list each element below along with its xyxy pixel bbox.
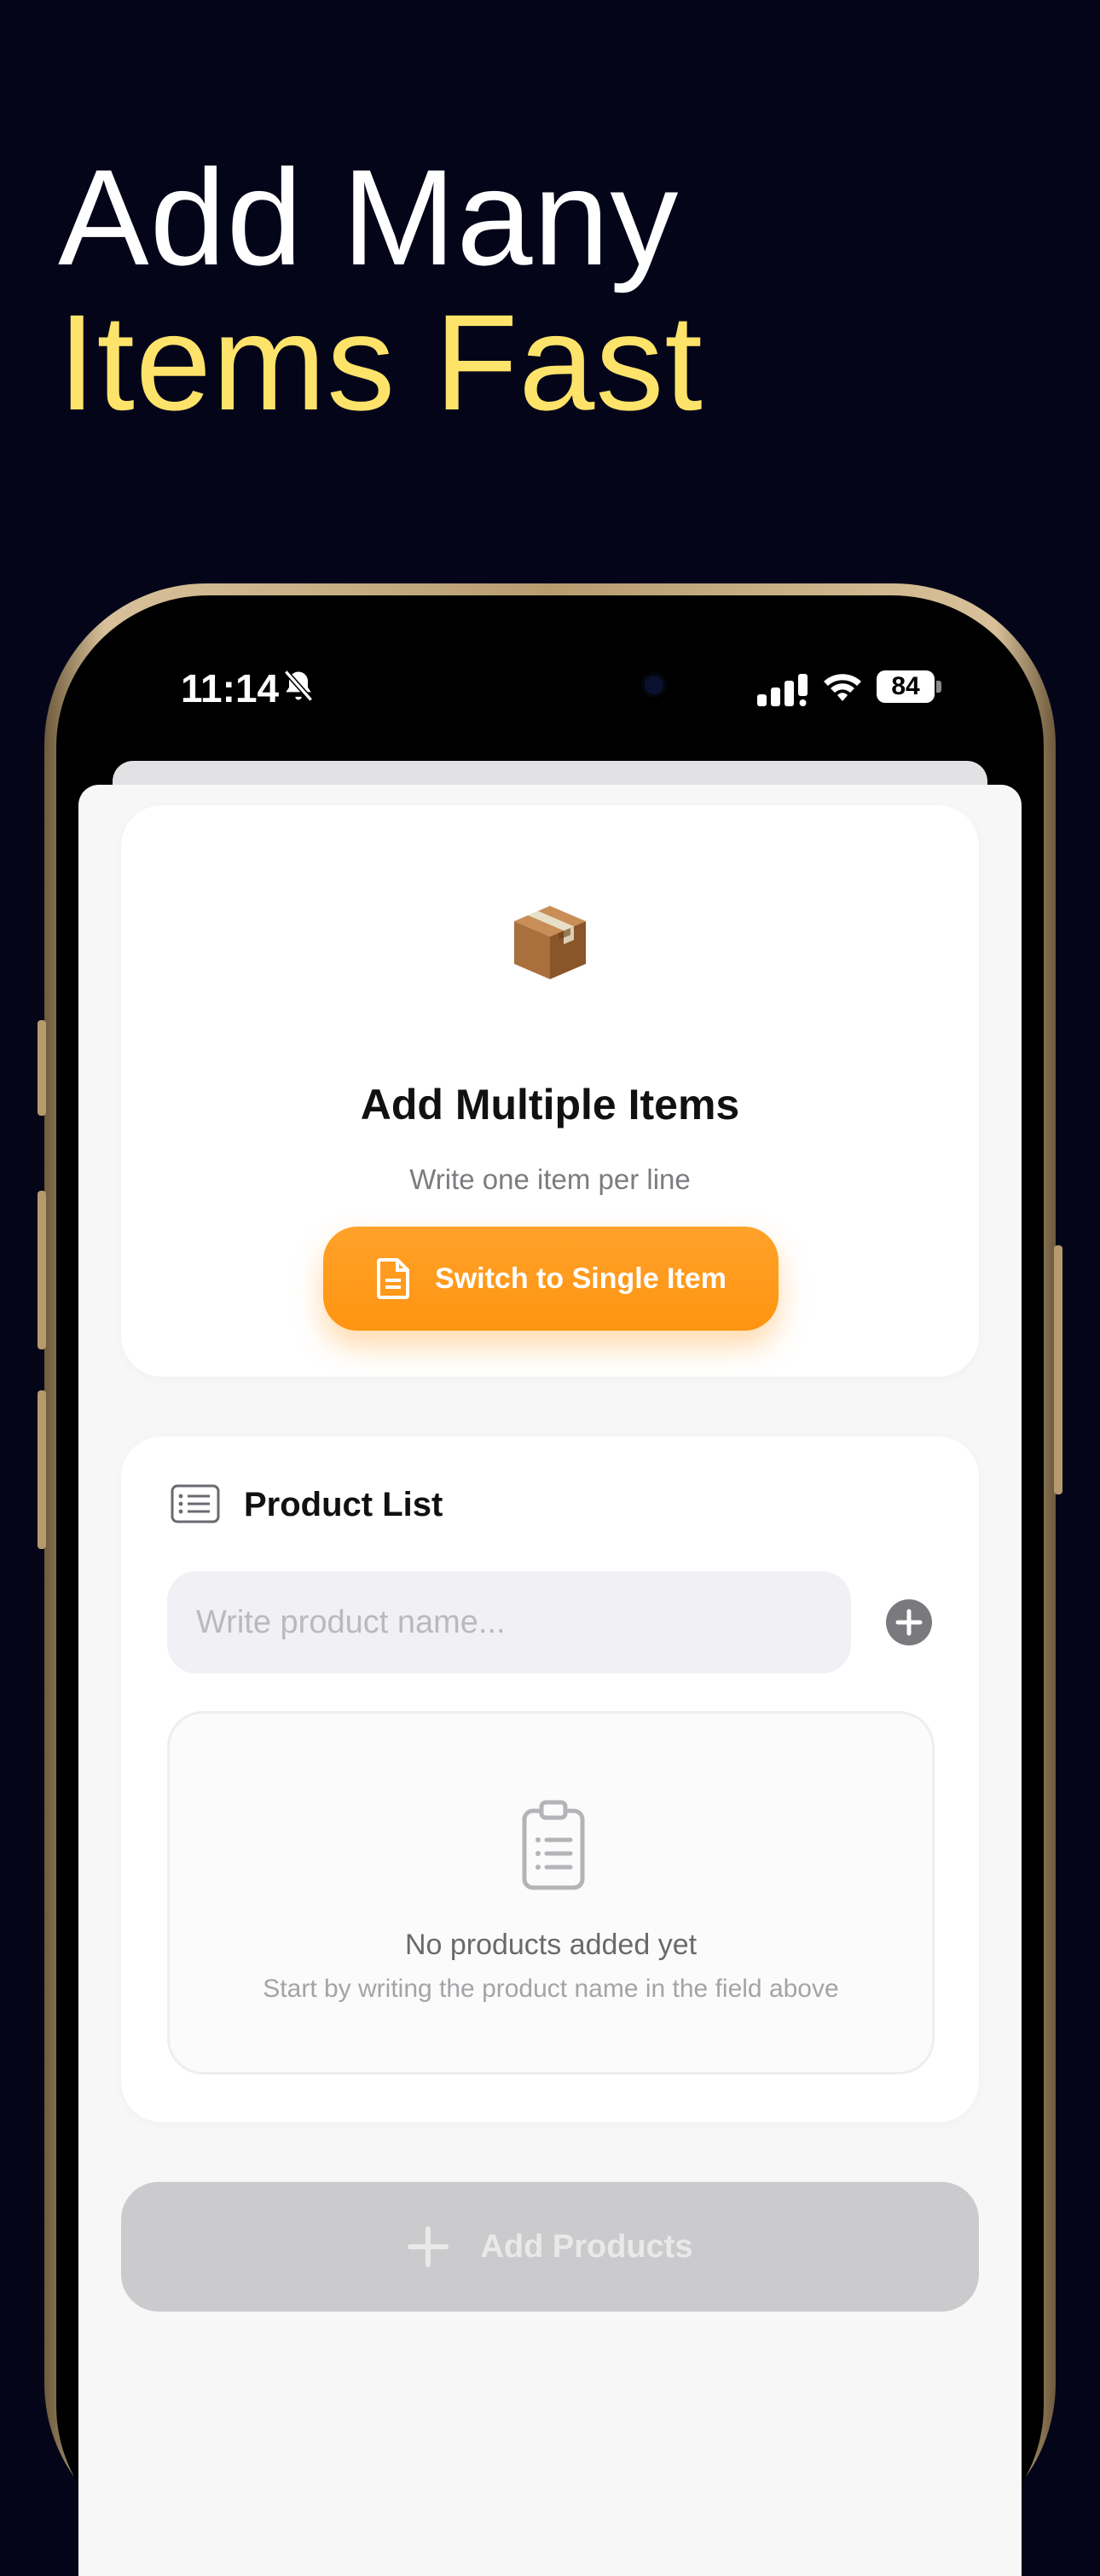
add-products-label: Add Products [480, 2228, 693, 2265]
switch-to-single-item-button[interactable]: Switch to Single Item [323, 1227, 779, 1331]
phone-screen: 11:14 84 Add Multiple Items Write one it… [78, 614, 1022, 2576]
camera-icon [645, 676, 663, 694]
switch-button-label: Switch to Single Item [435, 1262, 727, 1295]
product-list-title: Product List [244, 1486, 443, 1523]
hero-card: Add Multiple Items Write one item per li… [121, 805, 979, 1377]
phone-mute-switch [38, 1020, 46, 1116]
empty-state: No products added yet Start by writing t… [167, 1711, 935, 2074]
package-icon [514, 906, 586, 979]
phone-volume-down [38, 1390, 46, 1549]
headline-line-1: Add Many [58, 141, 680, 293]
battery-level: 84 [877, 670, 935, 703]
cellular-signal-icon [757, 674, 808, 706]
product-list-card: Product List No products added [121, 1436, 979, 2122]
plus-icon [408, 2226, 449, 2267]
battery-icon: 84 [877, 670, 941, 703]
empty-state-title: No products added yet [404, 1929, 698, 1961]
dynamic-island [522, 614, 735, 629]
wifi-icon [824, 674, 861, 701]
hero-title: Add Multiple Items [360, 1081, 740, 1128]
empty-state-subtitle: Start by writing the product name in the… [263, 1975, 839, 2003]
phone-power-button [1054, 1245, 1062, 1494]
product-name-input[interactable] [167, 1571, 851, 1674]
phone-volume-up [38, 1191, 46, 1349]
bell-muted-icon [283, 670, 314, 702]
add-items-sheet: Add Multiple Items Write one item per li… [78, 785, 1022, 2576]
document-icon [377, 1258, 410, 1299]
headline: Add Many Items Fast [58, 145, 703, 435]
add-item-plus-icon[interactable] [885, 1598, 933, 1646]
clipboard-icon [522, 1800, 585, 1890]
list-icon [171, 1484, 220, 1523]
add-products-button[interactable]: Add Products [121, 2182, 979, 2312]
status-time: 11:14 [181, 666, 280, 711]
headline-line-2: Items Fast [58, 286, 703, 438]
hero-subtitle: Write one item per line [409, 1163, 691, 1195]
